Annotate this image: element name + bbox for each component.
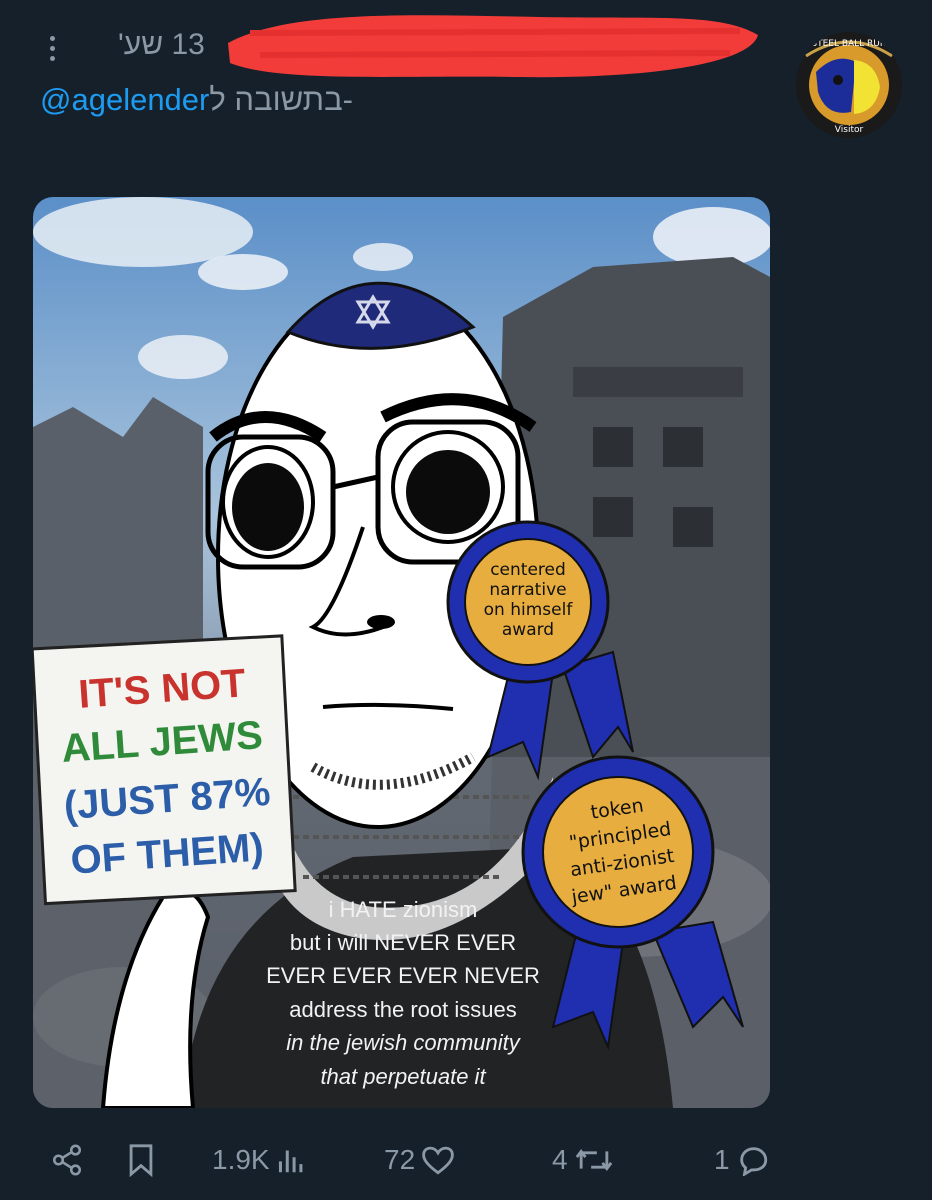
more-options-button[interactable] [40, 30, 64, 66]
reply-context: @agelenderבתשובה ל- [40, 82, 353, 118]
ribbon-1-line-3: on himself [484, 600, 574, 620]
reply-prefix: בתשובה ל- [209, 82, 353, 117]
bookmark-icon [129, 1144, 153, 1177]
replies-count: 1 [714, 1144, 730, 1175]
redaction-scribble [228, 15, 758, 78]
shirt-line-2: but i will NEVER EVER [290, 930, 516, 955]
avatar-text-top: STEEL BALL RUN [811, 39, 886, 49]
meme-illustration: IT'S NOT ALL JEWS (JUST 87% OF THEM) cen… [33, 197, 770, 1108]
reposts-count: 4 [552, 1144, 568, 1175]
more-dot-icon [49, 55, 55, 61]
repost-icon [575, 1149, 612, 1171]
likes-count: 72 [384, 1144, 416, 1175]
tweet-view: 13 שע' @agelenderבתשובה ל- STEEL BALL RU… [0, 0, 932, 1200]
share-icon [52, 1144, 82, 1176]
views-icon [278, 1150, 303, 1173]
more-dot-icon [49, 35, 55, 41]
views-count: 1.9K [212, 1144, 270, 1175]
ribbon-1-line-1: centered [490, 560, 566, 580]
post-image[interactable]: IT'S NOT ALL JEWS (JUST 87% OF THEM) cen… [33, 197, 770, 1108]
more-dot-icon [49, 45, 55, 51]
bookmark-button[interactable] [126, 1130, 156, 1190]
shirt-line-4: address the root issues [289, 997, 516, 1022]
heart-icon [422, 1146, 454, 1175]
avatar-image: STEEL BALL RUN Visitor [796, 32, 902, 138]
action-bar: 1.9K 72 4 1 [0, 1130, 932, 1190]
like-button[interactable]: 72 [384, 1130, 455, 1190]
reply-button[interactable]: 1 [714, 1130, 770, 1190]
post-time: 13 שע' [118, 28, 205, 61]
reply-handle-link[interactable]: @agelender [40, 82, 209, 117]
views-button[interactable]: 1.9K [212, 1130, 304, 1190]
reply-icon [739, 1147, 767, 1176]
ribbon-1-line-4: award [502, 620, 554, 640]
shirt-line-1: i HATE zionism [329, 897, 478, 922]
shirt-line-6: that perpetuate it [320, 1064, 486, 1089]
ribbon-1-line-2: narrative [489, 580, 566, 600]
avatar[interactable]: STEEL BALL RUN Visitor [796, 32, 902, 138]
repost-button[interactable]: 4 [552, 1130, 614, 1190]
avatar-text-bottom: Visitor [835, 125, 864, 135]
shirt-line-5: in the jewish community [286, 1030, 522, 1055]
shirt-line-3: EVER EVER EVER NEVER [266, 963, 540, 988]
share-button[interactable] [50, 1130, 84, 1190]
